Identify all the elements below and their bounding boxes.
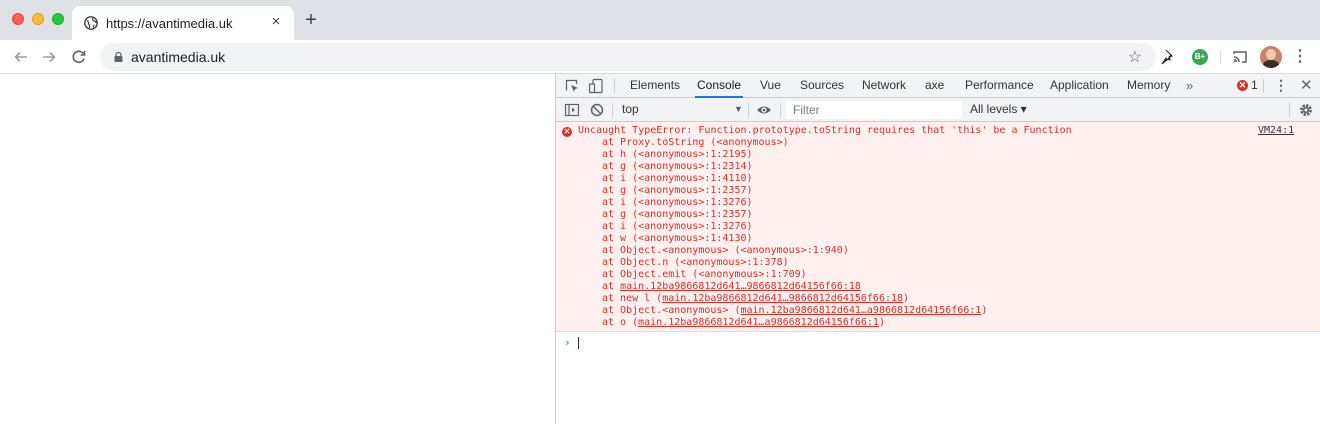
window-maximize-button[interactable] [52,13,64,25]
tabbar-divider [614,79,615,93]
stack-frame: at o (main.12ba9866812d641…a9866812d6415… [602,317,987,329]
stack-frame: at i (<anonymous>:1:4110) [602,173,753,184]
gear-icon[interactable] [1298,102,1314,118]
stack-frame: at g (<anonymous>:1:2314) [602,161,753,172]
new-tab-button[interactable]: + [302,10,320,30]
inspect-element-icon[interactable] [564,78,580,94]
context-dropdown-icon[interactable]: ▼ [734,98,743,121]
stack-frame-link[interactable]: main.12ba9866812d641…9866812d64156f66:18 [662,293,903,304]
sidebar-toggle-icon[interactable] [564,102,580,118]
stack-frame: at g (<anonymous>:1:2357) [602,209,753,220]
tab-close-icon[interactable]: × [268,14,284,30]
reload-icon[interactable] [68,46,90,68]
bplus-badge: B+ [1192,49,1208,65]
console-filter-input[interactable] [786,101,962,119]
lock-icon [114,52,123,62]
stack-frame-prefix: at Object.<anonymous> ( [602,305,741,316]
stack-frame: at Proxy.toString (<anonymous>) [602,137,789,148]
stack-frame-prefix: at new l ( [602,293,663,304]
url-text: avantimedia.uk [131,49,226,65]
log-levels-dropdown[interactable]: All levels ▾ [970,98,1027,121]
window-minimize-button[interactable] [32,13,44,25]
cast-icon[interactable] [1229,46,1251,68]
stack-frame-suffix: ) [878,317,885,328]
filterbar-divider [612,103,613,117]
filterbar-divider-2 [748,103,749,117]
stack-frame-link[interactable]: main.12ba9866812d641…a9866812d64156f66:1 [638,317,879,328]
toolbar-divider [1220,50,1221,64]
devtools-close-icon[interactable]: ✕ [1300,74,1313,97]
stack-frame-suffix: ) [903,293,910,304]
stack-frame: at h (<anonymous>:1:2195) [602,149,753,160]
devtools-tabbar: Elements Console Vue Sources Network axe… [556,74,1320,98]
pin-extension-icon[interactable] [1158,46,1180,68]
tab-memory[interactable]: Memory [1127,74,1170,97]
error-message: Uncaught TypeError: Function.prototype.t… [578,125,1072,136]
stack-frame: at Object.emit (<anonymous>:1:709) [602,269,807,280]
browser-tab[interactable]: https://avantimedia.uk × [72,6,294,40]
stack-frame-link[interactable]: main.12ba9866812d641…9866812d64156f66:18 [620,281,861,292]
filterbar-divider-4 [1289,103,1290,117]
stack-frame-link[interactable]: main.12ba9866812d641…a9866812d64156f66:1 [740,305,981,316]
stack-frame: at Object.n (<anonymous>:1:378) [602,257,789,268]
tabbar-divider-2 [1263,79,1264,93]
error-icon: ✕ [562,127,572,137]
eye-icon[interactable] [756,102,772,118]
stack-frame: at new l (main.12ba9866812d641…9866812d6… [602,293,987,305]
prompt-chevron-icon: › [564,336,571,349]
tab-performance[interactable]: Performance [965,74,1034,97]
devtools-panel: Elements Console Vue Sources Network axe… [555,74,1320,424]
error-count[interactable]: 1 [1251,74,1258,97]
tab-title: https://avantimedia.uk [106,16,233,31]
filterbar-divider-3 [780,103,781,117]
tab-console[interactable]: Console [694,74,744,98]
stack-trace: at Proxy.toString (<anonymous>) at h (<an… [602,137,987,329]
prompt-caret [578,337,579,349]
back-arrow-icon[interactable] [10,46,32,68]
stack-frame: at i (<anonymous>:1:3276) [602,197,753,208]
stack-frame: at Object.<anonymous> (<anonymous>:1:940… [602,245,849,256]
bookmark-star-icon[interactable]: ☆ [1128,47,1142,67]
globe-icon [84,16,98,30]
stack-frame-suffix: ) [981,305,988,316]
stack-frame: at w (<anonymous>:1:4130) [602,233,753,244]
context-selector[interactable]: top [622,98,639,121]
browser-menu-icon[interactable]: ⋮ [1292,46,1308,68]
stack-frame: at Object.<anonymous> (main.12ba9866812d… [602,305,987,317]
stack-frame: at g (<anonymous>:1:2357) [602,185,753,196]
error-count-icon[interactable]: ✕ [1237,80,1248,91]
tab-axe[interactable]: axe [925,74,944,97]
tab-network[interactable]: Network [862,74,906,97]
device-toolbar-icon[interactable] [588,78,604,94]
stack-frame-prefix: at [602,281,621,292]
clear-console-icon[interactable] [589,102,605,118]
bplus-extension-icon[interactable]: B+ [1189,46,1211,68]
profile-avatar[interactable] [1260,46,1282,68]
error-message-block: ✕ Uncaught TypeError: Function.prototype… [556,122,1320,332]
console-filter-bar: top ▼ All levels ▾ [556,98,1320,122]
browser-toolbar: avantimedia.uk ☆ B+ ⋮ [0,40,1320,74]
window-close-button[interactable] [12,13,24,25]
console-output: ✕ Uncaught TypeError: Function.prototype… [556,122,1320,424]
page-viewport [0,74,555,424]
tab-sources[interactable]: Sources [800,74,844,97]
tab-application[interactable]: Application [1050,74,1109,97]
tab-vue[interactable]: Vue [760,74,781,97]
devtools-menu-icon[interactable]: ⋮ [1274,74,1288,97]
console-prompt[interactable]: › [556,334,1320,352]
stack-frame-prefix: at o ( [602,317,639,328]
address-bar[interactable]: avantimedia.uk ☆ [100,43,1156,71]
more-tabs-button[interactable]: » [1186,74,1193,97]
browser-titlebar: https://avantimedia.uk × + [0,0,1320,40]
error-source-link[interactable]: VM24:1 [1258,125,1294,137]
stack-frame: at main.12ba9866812d641…9866812d64156f66… [602,281,987,293]
stack-frame: at i (<anonymous>:1:3276) [602,221,753,232]
forward-arrow-icon[interactable] [38,46,60,68]
tab-elements[interactable]: Elements [630,74,680,97]
